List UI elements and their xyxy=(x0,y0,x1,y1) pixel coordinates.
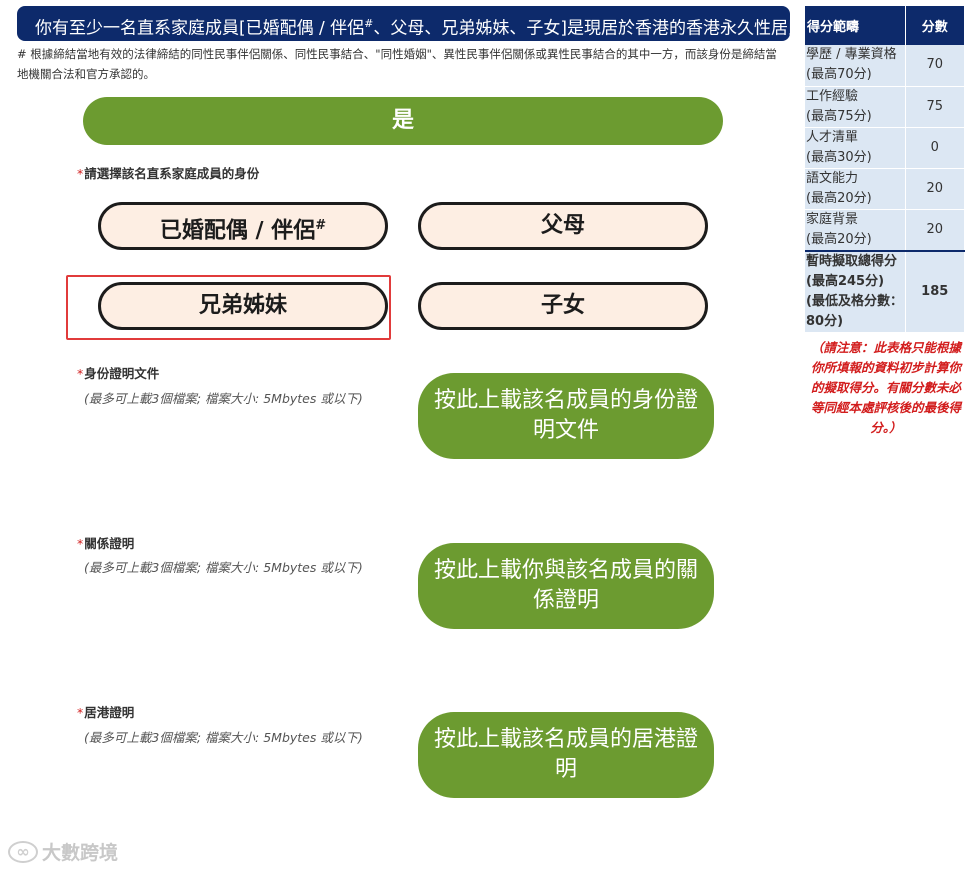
category-name: 語文能力 xyxy=(806,170,859,186)
total-max: (最高245分) xyxy=(806,273,885,289)
category-cell: 工作經驗 (最高75分) xyxy=(805,86,906,128)
relationship-proof-hint: (最多可上載3個檔案; 檔案大小: 5Mbytes 或以下) xyxy=(84,560,363,575)
score-cell: 20 xyxy=(905,209,965,251)
category-max: (最高20分) xyxy=(806,231,872,247)
identity-doc-label: *身份證明文件 xyxy=(77,363,159,382)
yes-button[interactable]: 是 xyxy=(83,97,723,145)
upload-identity-doc-button[interactable]: 按此上載該名成員的身份證明文件 xyxy=(418,373,714,459)
relation-label: *請選擇該名直系家庭成員的身份 xyxy=(77,163,259,182)
table-row: 學歷 / 專業資格 (最高70分) 70 xyxy=(805,45,965,87)
category-cell: 學歷 / 專業資格 (最高70分) xyxy=(805,45,906,87)
option-parents-button[interactable]: 父母 xyxy=(418,202,708,250)
residence-proof-label-text: 居港證明 xyxy=(84,705,135,720)
watermark-text: 大數跨境 xyxy=(42,842,119,864)
score-cell: 70 xyxy=(905,45,965,87)
option-spouse-button[interactable]: 已婚配偶 / 伴侶# xyxy=(98,202,388,250)
option-children-button[interactable]: 子女 xyxy=(418,282,708,330)
required-marker: * xyxy=(77,166,84,181)
category-name: 學歷 / 專業資格 xyxy=(806,47,897,63)
score-table-header: 得分範疇 分數 xyxy=(805,6,965,45)
score-disclaimer: （請注意：此表格只能根據你所填報的資料初步計算你的擬取得分。有關分數未必等同經本… xyxy=(810,340,961,435)
category-name: 家庭背景 xyxy=(806,211,859,227)
relation-label-text: 請選擇該名直系家庭成員的身份 xyxy=(84,166,260,181)
table-row: 工作經驗 (最高75分) 75 xyxy=(805,86,965,128)
category-max: (最高70分) xyxy=(806,67,872,83)
table-row: 家庭背景 (最高20分) 20 xyxy=(805,209,965,251)
question-hash-mark: # xyxy=(364,17,374,30)
category-cell: 語文能力 (最高20分) xyxy=(805,168,906,210)
upload-relationship-proof-label: 按此上載你與該名成員的關係證明 xyxy=(433,558,698,613)
category-max: (最高20分) xyxy=(806,190,872,206)
option-children-label: 子女 xyxy=(540,293,585,318)
question-text-end: 、父母、兄弟姊妹、子女]是現居於香港的香港永久性居民? xyxy=(373,18,790,39)
category-cell: 人才清單 (最高30分) xyxy=(805,127,906,169)
selected-option-highlight xyxy=(66,275,391,340)
header-category: 得分範疇 xyxy=(805,6,906,45)
category-name: 人才清單 xyxy=(806,129,859,145)
question-banner: 你有至少一名直系家庭成員[已婚配偶 / 伴侶#、父母、兄弟姊妹、子女]是現居於香… xyxy=(17,6,790,41)
option-parents-label: 父母 xyxy=(540,213,585,238)
required-marker: * xyxy=(77,366,84,381)
category-max: (最高75分) xyxy=(806,108,872,124)
upload-residence-proof-button[interactable]: 按此上載該名成員的居港證明 xyxy=(418,712,714,798)
footnote: # 根據締結當地有效的法律締結的同性民事伴侶關係、同性民事結合、"同性婚姻"、異… xyxy=(17,47,777,81)
category-max: (最高30分) xyxy=(806,149,872,165)
question-text-start: 你有至少一名直系家庭成員[已婚配偶 / 伴侶 xyxy=(35,18,365,39)
table-row: 人才清單 (最高30分) 0 xyxy=(805,127,965,169)
upload-relationship-proof-button[interactable]: 按此上載你與該名成員的關係證明 xyxy=(418,543,714,629)
watermark: ∞ 大數跨境 xyxy=(8,838,118,865)
score-cell: 0 xyxy=(905,127,965,169)
total-category-cell: 暫時擬取總得分 (最高245分) (最低及格分數：80分) xyxy=(805,249,906,333)
relationship-proof-label: *關係證明 xyxy=(77,533,134,552)
upload-residence-proof-label: 按此上載該名成員的居港證明 xyxy=(433,727,698,782)
relationship-proof-label-text: 關係證明 xyxy=(84,536,135,551)
total-score-cell: 185 xyxy=(905,249,965,333)
identity-doc-hint: (最多可上載3個檔案; 檔案大小: 5Mbytes 或以下) xyxy=(84,391,363,406)
required-marker: * xyxy=(77,705,84,720)
header-score: 分數 xyxy=(905,6,965,45)
category-name: 工作經驗 xyxy=(806,88,859,104)
total-row: 暫時擬取總得分 (最高245分) (最低及格分數：80分) 185 xyxy=(805,249,965,333)
option-spouse-mark: # xyxy=(315,218,327,233)
score-cell: 75 xyxy=(905,86,965,128)
category-cell: 家庭背景 (最高20分) xyxy=(805,209,906,251)
watermark-logo-icon: ∞ xyxy=(8,840,38,863)
total-name: 暫時擬取總得分 xyxy=(806,253,898,269)
score-cell: 20 xyxy=(905,168,965,210)
required-marker: * xyxy=(77,536,84,551)
option-spouse-label: 已婚配偶 / 伴侶 xyxy=(159,218,316,244)
score-table: 得分範疇 分數 學歷 / 專業資格 (最高70分) 70 工作經驗 (最高75分) … xyxy=(805,6,965,333)
upload-identity-doc-label: 按此上載該名成員的身份證明文件 xyxy=(433,388,698,443)
identity-doc-label-text: 身份證明文件 xyxy=(84,366,160,381)
table-row: 語文能力 (最高20分) 20 xyxy=(805,168,965,210)
total-min-pass: (最低及格分數：80分) xyxy=(806,293,903,329)
residence-proof-hint: (最多可上載3個檔案; 檔案大小: 5Mbytes 或以下) xyxy=(84,730,363,745)
residence-proof-label: *居港證明 xyxy=(77,702,134,721)
